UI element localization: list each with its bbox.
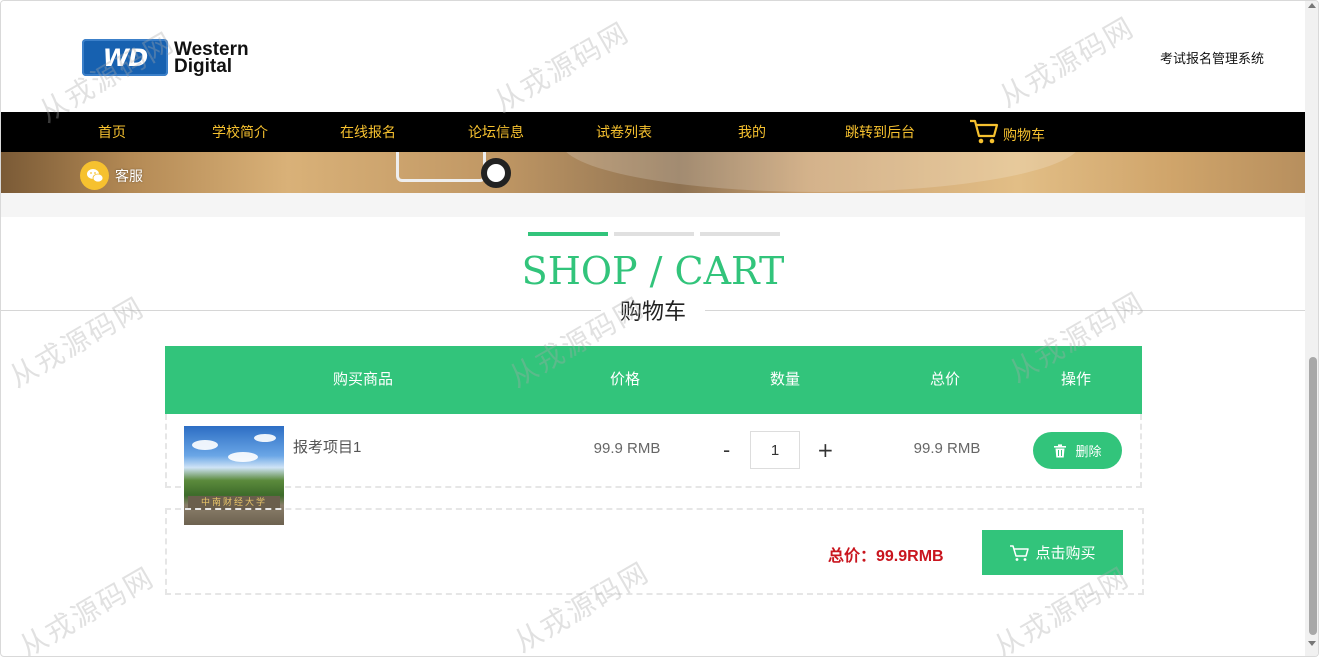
row-total-price: 99.9 RMB <box>913 440 981 457</box>
title-decoration-bars <box>528 232 780 236</box>
banner-rail <box>396 152 486 182</box>
product-name[interactable]: 报考项目1 <box>293 436 361 457</box>
wechat-icon <box>80 161 109 190</box>
watermark: 从戎源码网 <box>13 560 160 657</box>
customer-service-label: 客服 <box>115 167 143 184</box>
cart-item-row: 中南财经大学 报考项目1 99.9 RMB - + 99.9 RMB 删除 <box>165 414 1142 525</box>
main-nav: 首页 学校简介 在线报名 论坛信息 试卷列表 我的 跳转到后台 购物车 <box>1 112 1305 152</box>
nav-item-cart[interactable]: 购物车 <box>969 118 1045 146</box>
title-bar-active <box>528 232 608 236</box>
vertical-scrollbar[interactable] <box>1305 1 1318 656</box>
browser-viewport: WD Western Digital 考试报名管理系统 首页 学校简介 在线报名… <box>0 0 1319 657</box>
cart-table-header: 购买商品 价格 数量 总价 操作 <box>165 346 1142 414</box>
banner-image <box>1 152 1305 193</box>
nav-item-online-registration[interactable]: 在线报名 <box>340 112 396 152</box>
title-bar <box>700 232 780 236</box>
column-header-actions: 操作 <box>1060 371 1092 388</box>
nav-item-forum[interactable]: 论坛信息 <box>468 112 524 152</box>
checkout-button-label: 点击购买 <box>1035 545 1096 562</box>
quantity-decrease-button[interactable]: - <box>723 438 730 462</box>
divider-strip <box>1 193 1305 217</box>
delete-button[interactable]: 删除 <box>1033 432 1122 469</box>
nav-item-home[interactable]: 首页 <box>98 112 126 152</box>
nav-item-exam-list[interactable]: 试卷列表 <box>596 112 652 152</box>
banner-wheel <box>481 158 511 188</box>
logo-text: Western Digital <box>174 38 249 77</box>
logo-text-line2: Digital <box>174 55 233 77</box>
nav-cart-label: 购物车 <box>1003 127 1045 143</box>
scroll-down-arrow-icon[interactable] <box>1308 641 1316 646</box>
scroll-up-arrow-icon[interactable] <box>1308 3 1316 8</box>
cart-summary: 总价：99.9RMB 点击购买 <box>165 508 1144 595</box>
checkout-button[interactable]: 点击购买 <box>982 530 1123 575</box>
logo[interactable]: WD Western Digital <box>82 39 249 76</box>
product-price: 99.9 RMB <box>593 440 661 457</box>
cart-icon <box>1010 544 1030 561</box>
column-header-price: 价格 <box>609 371 641 388</box>
customer-service-button[interactable]: 客服 <box>80 161 143 190</box>
image-cloud <box>192 440 218 450</box>
logo-text-line1: Western <box>174 38 249 60</box>
column-header-total: 总价 <box>929 371 961 388</box>
trash-icon <box>1054 443 1067 457</box>
title-bar <box>614 232 694 236</box>
column-header-product: 购买商品 <box>332 371 394 388</box>
quantity-increase-button[interactable]: + <box>817 438 834 462</box>
section-title-cn: 购物车 <box>601 295 705 329</box>
cart-icon <box>970 119 999 144</box>
logo-badge: WD <box>82 39 168 76</box>
site-header: WD Western Digital 考试报名管理系统 <box>1 1 1305 112</box>
nav-item-mine[interactable]: 我的 <box>738 112 766 152</box>
section-title-en: SHOP / CART <box>521 249 785 293</box>
image-cloud <box>254 434 276 442</box>
delete-button-label: 删除 <box>1075 444 1102 459</box>
cart-total-price: 总价：99.9RMB <box>828 548 944 565</box>
nav-item-admin[interactable]: 跳转到后台 <box>845 112 915 152</box>
image-cloud <box>228 452 258 462</box>
watermark: 从戎源码网 <box>3 290 150 395</box>
banner-arc <box>561 152 1081 192</box>
scrollbar-thumb[interactable] <box>1309 357 1317 635</box>
nav-item-school-intro[interactable]: 学校简介 <box>212 112 268 152</box>
system-title: 考试报名管理系统 <box>1159 51 1264 66</box>
quantity-input[interactable] <box>750 431 800 469</box>
column-header-quantity: 数量 <box>769 371 801 388</box>
